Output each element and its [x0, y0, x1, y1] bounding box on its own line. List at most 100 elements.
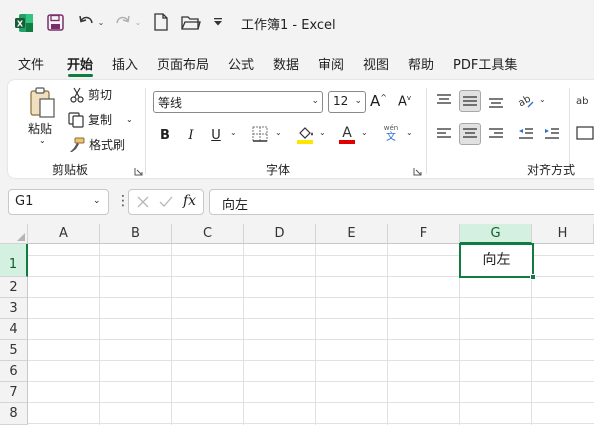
fill-color-dropdown-icon[interactable]: ⌄ [319, 128, 326, 137]
font-launcher-icon[interactable] [413, 165, 422, 176]
align-left-icon[interactable] [433, 123, 455, 145]
alignment-group-label: 对齐方式 [527, 163, 576, 177]
paste-dropdown-icon[interactable]: ⌄ [39, 136, 46, 145]
underline-button[interactable]: U [209, 124, 223, 146]
tab-review[interactable]: 审阅 [318, 54, 344, 73]
fill-handle[interactable] [530, 274, 536, 280]
new-file-icon[interactable] [153, 13, 169, 31]
scissors-icon [70, 87, 84, 103]
tab-formulas[interactable]: 公式 [228, 54, 254, 73]
column-header-h[interactable]: H [532, 224, 594, 244]
underline-dropdown-icon[interactable]: ⌄ [230, 128, 237, 137]
title-bar: X ⌄ ⌄ 工作簿1 - Excel [0, 0, 594, 46]
column-header-e[interactable]: E [316, 224, 388, 244]
font-name-select[interactable]: 等线 ⌄ [153, 91, 323, 113]
column-header-d[interactable]: D [244, 224, 316, 244]
name-box-dropdown-icon[interactable]: ⌄ [93, 196, 101, 206]
tab-home[interactable]: 开始 [67, 54, 93, 73]
font-color-icon[interactable]: A [338, 124, 356, 144]
wrap-text-icon[interactable]: ab [576, 92, 594, 112]
ribbon-separator [426, 88, 427, 174]
align-bottom-icon[interactable] [485, 90, 507, 112]
format-painter-button[interactable]: 格式刷 [69, 136, 125, 153]
ribbon-tabs: 文件 开始 插入 页面布局 公式 数据 审阅 视图 帮助 PDF工具集 [0, 50, 594, 76]
cancel-icon[interactable] [137, 196, 149, 208]
open-folder-icon[interactable] [181, 14, 201, 31]
tab-view[interactable]: 视图 [363, 54, 389, 73]
redo-dropdown-icon[interactable]: ⌄ [134, 15, 142, 29]
row-header-5[interactable]: 5 [0, 340, 28, 361]
fill-color-icon[interactable] [296, 124, 314, 144]
row-header-7[interactable]: 7 [0, 382, 28, 403]
phonetic-dropdown-icon[interactable]: ⌄ [406, 128, 413, 137]
undo-icon[interactable] [77, 13, 95, 31]
row-header-8[interactable]: 8 [0, 403, 28, 425]
font-size-select[interactable]: 12 ⌄ [328, 91, 366, 113]
active-cell-g1[interactable]: 向左 [459, 243, 534, 278]
column-header-f[interactable]: F [388, 224, 460, 244]
tab-data[interactable]: 数据 [273, 54, 299, 73]
enter-icon[interactable] [159, 196, 173, 208]
customize-qat-icon[interactable] [212, 14, 224, 30]
align-middle-icon[interactable] [459, 90, 481, 112]
tab-help[interactable]: 帮助 [408, 54, 434, 73]
paste-icon[interactable] [28, 87, 56, 119]
clipboard-launcher-icon[interactable] [134, 165, 143, 176]
phonetic-guide-icon[interactable]: wén 文 [381, 124, 401, 146]
tab-file[interactable]: 文件 [18, 54, 44, 73]
ribbon: 粘贴 ⌄ 剪切 复制 ⌄ 格式刷 剪贴板 等线 ⌄ 12 ⌄ A^ Av B I… [8, 80, 594, 178]
copy-label: 复制 [88, 113, 113, 127]
svg-text:ab: ab [517, 94, 533, 109]
bold-button[interactable]: B [158, 124, 172, 146]
decrease-indent-icon[interactable] [515, 123, 537, 145]
orientation-icon[interactable]: ab [515, 90, 537, 112]
borders-icon[interactable] [252, 126, 268, 142]
row-header-4[interactable]: 4 [0, 319, 28, 340]
align-top-icon[interactable] [433, 90, 455, 112]
formula-content: 向左 [222, 198, 249, 213]
undo-dropdown-icon[interactable]: ⌄ [97, 15, 105, 29]
row-header-1[interactable]: 1 [0, 244, 28, 277]
row-header-2[interactable]: 2 [0, 277, 28, 298]
tab-pdf-tools[interactable]: PDF工具集 [453, 54, 517, 73]
orientation-dropdown-icon[interactable]: ⌄ [539, 95, 546, 104]
phonetic-bottom-text: 文 [386, 132, 396, 143]
formula-input[interactable]: 向左 [209, 189, 594, 215]
copy-button[interactable]: 复制 ⌄ [68, 111, 133, 128]
increase-indent-icon[interactable] [541, 123, 563, 145]
increase-font-size-icon[interactable]: A^ [370, 92, 388, 112]
format-painter-label: 格式刷 [89, 138, 126, 152]
align-center-icon[interactable] [459, 123, 481, 145]
column-header-a[interactable]: A [28, 224, 100, 244]
ribbon-separator [145, 88, 146, 174]
tab-insert[interactable]: 插入 [112, 54, 138, 73]
copy-icon [68, 111, 84, 128]
svg-text:ab: ab [576, 96, 588, 107]
active-tab-indicator [68, 74, 93, 77]
column-header-c[interactable]: C [172, 224, 244, 244]
copy-dropdown-icon[interactable]: ⌄ [126, 115, 133, 124]
italic-button[interactable]: I [184, 124, 198, 146]
chevron-down-icon: ⌄ [354, 96, 362, 106]
cut-button[interactable]: 剪切 [70, 86, 112, 103]
align-right-icon[interactable] [485, 123, 507, 145]
font-size-value: 12 [333, 94, 349, 108]
borders-dropdown-icon[interactable]: ⌄ [275, 128, 282, 137]
merge-cells-icon[interactable] [576, 125, 594, 145]
redo-icon[interactable] [114, 13, 132, 31]
tab-page-layout[interactable]: 页面布局 [157, 54, 209, 73]
svg-text:X: X [17, 20, 24, 29]
column-header-g[interactable]: G [460, 224, 532, 244]
column-header-b[interactable]: B [100, 224, 172, 244]
insert-function-button[interactable]: fx [183, 193, 196, 209]
row-header-3[interactable]: 3 [0, 298, 28, 319]
chevron-down-icon: ⌄ [311, 96, 319, 106]
font-color-dropdown-icon[interactable]: ⌄ [361, 128, 368, 137]
save-icon[interactable] [47, 14, 64, 31]
row-header-6[interactable]: 6 [0, 361, 28, 382]
font-group-label: 字体 [266, 163, 291, 177]
font-name-value: 等线 [158, 96, 183, 110]
paste-button[interactable]: 粘贴 [28, 120, 52, 137]
decrease-font-size-icon[interactable]: Av [398, 94, 416, 114]
select-all-corner[interactable] [0, 224, 28, 244]
